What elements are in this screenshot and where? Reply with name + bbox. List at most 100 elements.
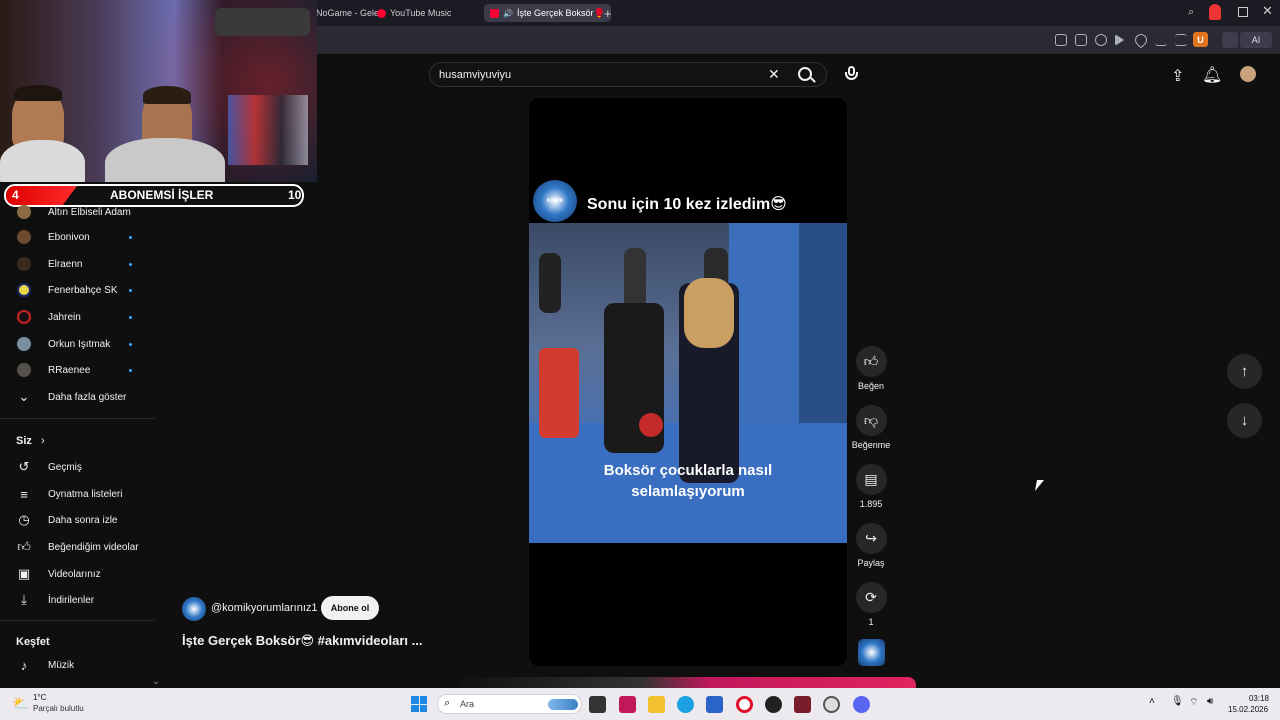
sidebar-item-downloads[interactable]: ⤓ İndirilenler xyxy=(16,588,146,612)
channel-logo-watermark: KOMİK YORUMLARINIZ xyxy=(533,180,577,222)
ai-button-icon[interactable]: AI xyxy=(1240,32,1272,48)
next-short-button[interactable]: ↓ xyxy=(1227,403,1262,438)
sidebar-sub-altin[interactable]: Altın Elbiseli Adam xyxy=(16,200,146,224)
close-window-icon[interactable]: ✕ xyxy=(1262,3,1273,19)
video-icon: ▣ xyxy=(17,566,31,581)
discord-icon[interactable] xyxy=(853,696,870,713)
new-content-dot xyxy=(129,262,132,266)
file-explorer-icon[interactable] xyxy=(648,696,665,713)
heart-icon[interactable] xyxy=(1132,31,1150,49)
play-icon[interactable] xyxy=(1115,34,1124,46)
streamer-left-body xyxy=(0,140,85,182)
notifications-bell-icon[interactable]: 🔔︎ xyxy=(1202,65,1222,85)
channel-avatar xyxy=(17,337,31,351)
search-input[interactable] xyxy=(439,67,759,83)
history-icon: ↺ xyxy=(18,459,30,474)
clock-time[interactable]: 03:18 xyxy=(1236,694,1269,703)
clock-date[interactable]: 15.02.2026 xyxy=(1228,705,1268,714)
video-top-caption: Sonu için 10 kez izledim😎 xyxy=(587,196,787,213)
channel-avatar xyxy=(17,205,31,219)
chevron-up-icon[interactable]: ˄ xyxy=(1149,696,1155,707)
sidebar-sub-elraenn[interactable]: Elraenn xyxy=(16,252,146,276)
sidebar-item-liked-videos[interactable]: 👍︎ Beğendiğim videolar xyxy=(16,535,146,559)
adobe-app-icon[interactable] xyxy=(619,696,636,713)
microphone-icon[interactable]: 🎙︎ xyxy=(1171,696,1184,707)
app-icon[interactable] xyxy=(794,696,811,713)
channel-avatar xyxy=(17,363,31,377)
maximize-icon[interactable] xyxy=(1238,7,1248,17)
video-title: İşte Gerçek Boksör😎 #akımvideoları ... xyxy=(182,633,423,648)
user-avatar[interactable] xyxy=(1240,66,1256,82)
chevron-down-icon: ⌄ xyxy=(18,389,30,404)
next-short-preview xyxy=(460,677,916,688)
sidebar-sub-orkun[interactable]: Orkun Işıtmak xyxy=(16,332,146,356)
extensions-icon[interactable] xyxy=(1222,32,1238,48)
weather-icon: ⛅ xyxy=(12,695,30,711)
tab-youtube-music[interactable]: YouTube Music xyxy=(371,4,457,22)
sidebar-divider xyxy=(0,620,155,621)
sidebar-sub-jahrein[interactable]: Jahrein xyxy=(16,305,146,329)
new-tab-button[interactable]: + xyxy=(598,4,618,22)
channel-handle[interactable]: @komikyorumlarınız1 xyxy=(211,602,318,614)
video-overlay-text: Boksör çocuklarla nasıl selamlaşıyorum xyxy=(603,462,773,500)
sidebar-divider xyxy=(0,418,155,419)
task-view-icon[interactable] xyxy=(589,696,606,713)
settings-icon[interactable] xyxy=(823,696,840,713)
sidebar-item-music[interactable]: ♪ Müzik xyxy=(16,653,146,677)
download-icon[interactable] xyxy=(1155,34,1167,46)
wifi-icon[interactable]: ⌔ xyxy=(1189,696,1198,709)
shorts-video-player[interactable]: KOMİK YORUMLARINIZ Sonu için 10 kez izle… xyxy=(529,98,847,666)
sidebar-sub-fenerbahce[interactable]: Fenerbahçe SK xyxy=(16,278,146,302)
scroll-down-icon[interactable]: ⌄ xyxy=(152,676,160,687)
windows-start-icon[interactable] xyxy=(411,696,427,712)
sound-thumbnail[interactable] xyxy=(858,639,885,666)
menu-icon[interactable] xyxy=(1175,34,1187,46)
edit-icon[interactable] xyxy=(1055,34,1067,46)
channel-avatar xyxy=(17,283,31,297)
sidebar-item-playlists[interactable]: ≡ Oynatma listeleri xyxy=(16,482,146,506)
channel-avatar xyxy=(17,230,31,244)
you-section-header[interactable]: Siz › xyxy=(16,435,45,447)
dislike-button[interactable]: 👎︎ Beğenme xyxy=(841,405,901,450)
goal-target: 10 xyxy=(288,188,302,202)
sidebar-sub-ebonivon[interactable]: Ebonivon xyxy=(16,225,146,249)
youtube-icon xyxy=(490,8,499,18)
thumbs-up-icon: 👍︎ xyxy=(855,346,887,377)
app-icon[interactable] xyxy=(765,696,782,713)
edge-icon[interactable] xyxy=(677,696,694,713)
upload-icon[interactable]: ⇪ xyxy=(1171,66,1184,86)
channel-avatar[interactable] xyxy=(182,597,206,621)
clear-search-icon[interactable]: ✕ xyxy=(768,66,780,83)
like-button[interactable]: 👍︎ Beğen xyxy=(841,346,901,391)
mouse-cursor-icon xyxy=(1035,480,1044,491)
microphone-icon[interactable] xyxy=(845,66,858,83)
arrow-up-icon: ↑ xyxy=(1240,363,1249,380)
search-box: ✕ xyxy=(429,62,827,87)
show-more-button[interactable]: ⌄ Daha fazla göster xyxy=(16,385,146,409)
share-button[interactable]: ↪ Paylaş xyxy=(841,523,901,568)
opera-icon[interactable] xyxy=(736,696,753,713)
channel-avatar xyxy=(17,310,31,324)
sidebar-item-watch-later[interactable]: ◷ Daha sonra izle xyxy=(16,508,146,532)
sidebar-item-your-videos[interactable]: ▣ Videolarınız xyxy=(16,562,146,586)
new-content-dot xyxy=(129,235,132,239)
shield-icon[interactable] xyxy=(1095,34,1107,46)
tab-search-icon[interactable]: ⌕ xyxy=(1188,6,1194,19)
search-highlight-icon xyxy=(548,699,578,710)
tab-current-video[interactable]: 🔊 İşte Gerçek Boksör🥊 xyxy=(484,4,611,22)
camera-icon[interactable] xyxy=(1075,34,1087,46)
subscribe-button[interactable]: Abone ol xyxy=(321,596,379,620)
browser-toolbar: U AI xyxy=(317,26,1280,54)
music-icon: ♪ xyxy=(20,657,28,673)
download-icon: ⤓ xyxy=(21,592,27,607)
sidebar-item-history[interactable]: ↺ Geçmiş xyxy=(16,455,146,479)
weather-temp: 1°C xyxy=(33,693,47,702)
store-icon[interactable] xyxy=(706,696,723,713)
profile-extension-icon[interactable]: U xyxy=(1193,32,1208,47)
taskbar-search[interactable]: ⌕ Ara xyxy=(437,694,582,714)
sidebar-sub-rraenee[interactable]: RRaenee xyxy=(16,358,146,382)
previous-short-button[interactable]: ↑ xyxy=(1227,354,1262,389)
remix-button[interactable]: ⟳ 1 xyxy=(841,582,901,627)
comments-button[interactable]: ▤ 1.895 xyxy=(841,464,901,509)
volume-icon[interactable]: 🔊︎ xyxy=(1207,696,1213,707)
